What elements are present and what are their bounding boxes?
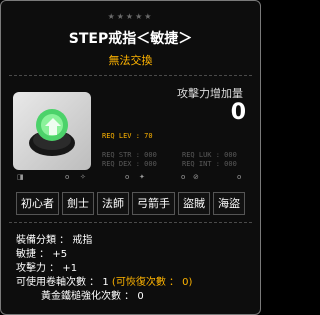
divider — [9, 75, 252, 76]
item-icon-frame — [13, 92, 91, 170]
attack-increase-value: 0 — [230, 100, 246, 125]
flag-icon-1: ◨ — [17, 173, 24, 181]
item-tooltip: ★★★★★ STEP戒指＜敏捷＞ 無法交換 攻擊力增加量 0 REQ LEV :… — [0, 0, 261, 315]
item-name: STEP戒指＜敏捷＞ — [68, 31, 193, 47]
job-bowman: 弓箭手 — [132, 192, 175, 215]
job-thief: 盜賊 — [178, 192, 210, 215]
flag-value-1: o — [65, 173, 70, 181]
flag-value-3: o — [181, 173, 186, 181]
scroll-count-value: 可使用卷軸次數 ： 1 — [16, 277, 109, 288]
ring-icon — [29, 109, 75, 156]
item-flags: ◨ o ✧ o ✦ o ⊘ o — [15, 173, 250, 187]
flag-icon-4: ⊘ — [193, 173, 199, 181]
flag-value-4: o — [237, 173, 242, 181]
scroll-count: 可使用卷軸次數 ： 1 (可恢復次數 ： 0) — [16, 276, 192, 289]
req-dex: REQ DEX : 000 — [102, 160, 157, 168]
req-int: REQ INT : 000 — [182, 160, 237, 168]
attack-increase-label: 攻擊力增加量 — [177, 87, 243, 100]
golden-hammer-count: 黃金鐵槌強化次數 ： 0 — [41, 291, 144, 302]
job-warrior: 劍士 — [62, 192, 94, 215]
req-str: REQ STR : 000 — [102, 151, 157, 159]
req-luk: REQ LUK : 000 — [182, 151, 237, 159]
scroll-restore-count: (可恢復次數 ： 0) — [111, 277, 193, 288]
job-pirate: 海盜 — [213, 192, 245, 215]
job-list: 初心者 劍士 法師 弓箭手 盜賊 海盜 — [16, 192, 245, 215]
job-beginner: 初心者 — [16, 192, 59, 215]
flag-icon-3: ✦ — [139, 173, 145, 181]
untradeable-label: 無法交換 — [108, 54, 153, 67]
divider — [9, 222, 252, 223]
flag-value-2: o — [125, 173, 130, 181]
item-category: 裝備分類 ： 戒指 — [16, 235, 93, 246]
dex-stat: 敏捷 ： +5 — [16, 249, 68, 260]
attack-stat: 攻擊力 ： +1 — [16, 263, 78, 274]
flag-icon-2: ✧ — [80, 173, 86, 181]
req-level: REQ LEV : 70 — [102, 132, 153, 140]
star-rating: ★★★★★ — [107, 12, 154, 21]
job-magician: 法師 — [97, 192, 129, 215]
